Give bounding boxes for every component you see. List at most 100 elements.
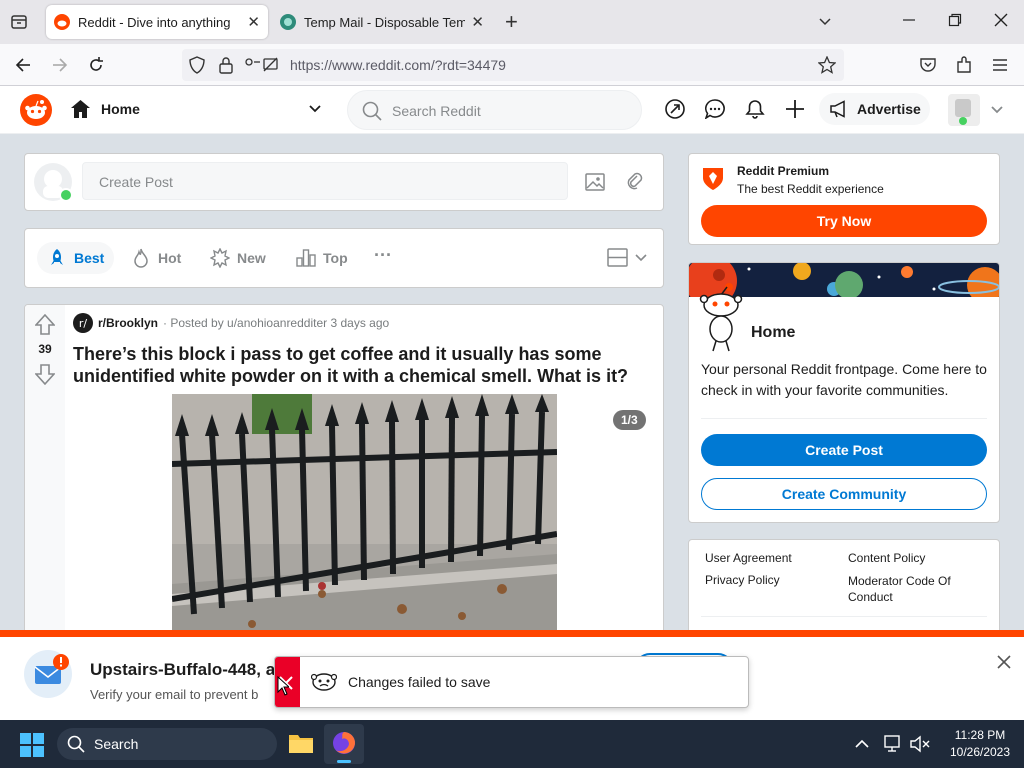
post-card[interactable]: 39 r/ r/Brooklyn · Posted by u/anohioanr… — [24, 304, 664, 644]
user-menu[interactable] — [948, 94, 1004, 126]
search-icon — [362, 101, 382, 121]
taskbar-search[interactable]: Search — [57, 728, 277, 760]
sort-new-label: New — [237, 250, 266, 266]
post-title[interactable]: There’s this block i pass to get coffee … — [73, 343, 643, 387]
email-alert-icon — [24, 650, 72, 698]
active-indicator — [337, 760, 351, 763]
chevron-up-icon[interactable] — [855, 738, 869, 748]
tracking-protection-icon[interactable] — [188, 56, 206, 74]
browser-navigation-bar: https://www.reddit.com/?rdt=34479 — [0, 44, 1024, 86]
rocket-icon — [47, 248, 67, 268]
sort-top-label: Top — [323, 250, 348, 266]
gallery-counter: 1/3 — [613, 410, 646, 430]
file-explorer-icon[interactable] — [288, 731, 314, 755]
search-input[interactable]: Search Reddit — [347, 90, 642, 130]
create-post-button[interactable]: Create Post — [701, 434, 987, 466]
back-icon[interactable] — [14, 56, 32, 74]
content-policy-link[interactable]: Content Policy — [848, 551, 925, 565]
create-post-card: Create Post — [24, 153, 664, 211]
minimize-icon[interactable] — [902, 13, 916, 27]
permissions-icon[interactable] — [244, 56, 280, 74]
divider — [701, 418, 987, 419]
home-card-title: Home — [751, 324, 796, 341]
forward-icon[interactable] — [51, 56, 69, 74]
tab-reddit[interactable]: Reddit - Dive into anything ✕ — [46, 5, 268, 39]
chevron-down-icon — [635, 252, 647, 264]
taskbar-time[interactable]: 11:28 PM — [938, 728, 1022, 742]
create-post-placeholder: Create Post — [99, 174, 173, 190]
sort-best[interactable]: Best — [37, 242, 115, 274]
tab-list-icon[interactable] — [10, 13, 28, 31]
create-post-plus-icon[interactable] — [785, 99, 805, 119]
sort-more-button[interactable]: ··· — [374, 245, 392, 266]
sort-bar: Best Hot New Top ··· — [24, 228, 664, 288]
link-icon[interactable] — [625, 172, 645, 192]
privacy-policy-link[interactable]: Privacy Policy — [705, 573, 780, 587]
try-now-button[interactable]: Try Now — [701, 205, 987, 237]
home-dropdown[interactable]: Home — [70, 99, 322, 119]
url-text[interactable]: https://www.reddit.com/?rdt=34479 — [290, 57, 506, 73]
firefox-taskbar-button[interactable] — [324, 724, 364, 764]
network-icon[interactable] — [884, 735, 902, 753]
subreddit-icon[interactable]: r/ — [73, 313, 93, 333]
home-label: Home — [101, 101, 140, 117]
reddit-logo-icon[interactable] — [20, 94, 52, 126]
sort-new[interactable]: New — [210, 242, 266, 274]
volume-muted-icon[interactable] — [910, 735, 930, 753]
post-meta: r/ r/Brooklyn · Posted by u/anohioanredd… — [73, 313, 389, 333]
sort-hot-label: Hot — [158, 250, 182, 266]
close-banner-icon[interactable] — [997, 655, 1011, 669]
post-image[interactable] — [172, 394, 557, 634]
notification-bell-icon[interactable] — [745, 99, 765, 119]
downvote-icon[interactable] — [35, 363, 55, 385]
new-tab-button[interactable]: + — [505, 9, 518, 35]
create-community-button[interactable]: Create Community — [701, 478, 987, 510]
advertise-button[interactable]: Advertise — [819, 93, 930, 125]
lock-icon[interactable] — [218, 56, 234, 74]
taskbar-date[interactable]: 10/26/2023 — [938, 745, 1022, 759]
restore-icon[interactable] — [948, 13, 962, 27]
layout-switch[interactable] — [607, 248, 647, 268]
user-agreement-link[interactable]: User Agreement — [705, 551, 792, 565]
popular-icon[interactable] — [665, 99, 685, 119]
home-card-description: Your personal Reddit frontpage. Come her… — [701, 361, 987, 398]
create-post-input[interactable]: Create Post — [82, 162, 568, 200]
windows-start-icon[interactable] — [20, 733, 44, 757]
url-bar[interactable]: https://www.reddit.com/?rdt=34479 — [182, 49, 844, 81]
tab-temp-mail[interactable]: Temp Mail - Disposable Tempor ✕ — [272, 5, 492, 39]
premium-subtitle: The best Reddit experience — [737, 182, 884, 196]
tab-title: Reddit - Dive into anything — [78, 14, 231, 30]
advertise-label: Advertise — [857, 101, 921, 117]
divider — [701, 616, 987, 617]
sort-top[interactable]: Top — [296, 242, 348, 274]
menu-icon[interactable] — [991, 56, 1009, 74]
top-chart-icon — [296, 248, 316, 268]
snoo-icon — [699, 281, 743, 353]
image-upload-icon[interactable] — [585, 172, 605, 192]
reddit-header: Home Search Reddit Advertise — [0, 86, 1024, 134]
pocket-icon[interactable] — [919, 56, 937, 74]
upvote-icon[interactable] — [35, 314, 55, 336]
user-avatar[interactable] — [33, 162, 73, 202]
search-placeholder: Search Reddit — [392, 103, 481, 119]
premium-shield-icon — [701, 166, 725, 192]
reload-icon[interactable] — [87, 56, 105, 74]
posted-by: · Posted by u/anohioanredditer 3 days ag… — [163, 316, 390, 330]
list-all-tabs-icon[interactable] — [817, 13, 833, 29]
sad-snoo-icon — [311, 669, 337, 693]
banner-subtitle: Verify your email to prevent b — [90, 687, 259, 702]
moderator-code-link[interactable]: Moderator Code Of Conduct — [848, 573, 978, 605]
search-icon — [67, 735, 85, 753]
subreddit-link[interactable]: r/Brooklyn — [98, 316, 158, 330]
chat-icon[interactable] — [705, 99, 725, 119]
sort-hot[interactable]: Hot — [131, 242, 181, 274]
footer-links-card: User Agreement Content Policy Privacy Po… — [688, 539, 1000, 639]
card-layout-icon — [607, 248, 629, 268]
bookmark-star-icon[interactable] — [818, 56, 836, 74]
premium-title: Reddit Premium — [737, 164, 830, 178]
tab-close-icon[interactable]: ✕ — [471, 13, 484, 31]
extensions-icon[interactable] — [955, 56, 973, 74]
flame-icon — [131, 248, 151, 268]
tab-close-icon[interactable]: ✕ — [247, 13, 260, 31]
close-window-icon[interactable] — [994, 13, 1008, 27]
